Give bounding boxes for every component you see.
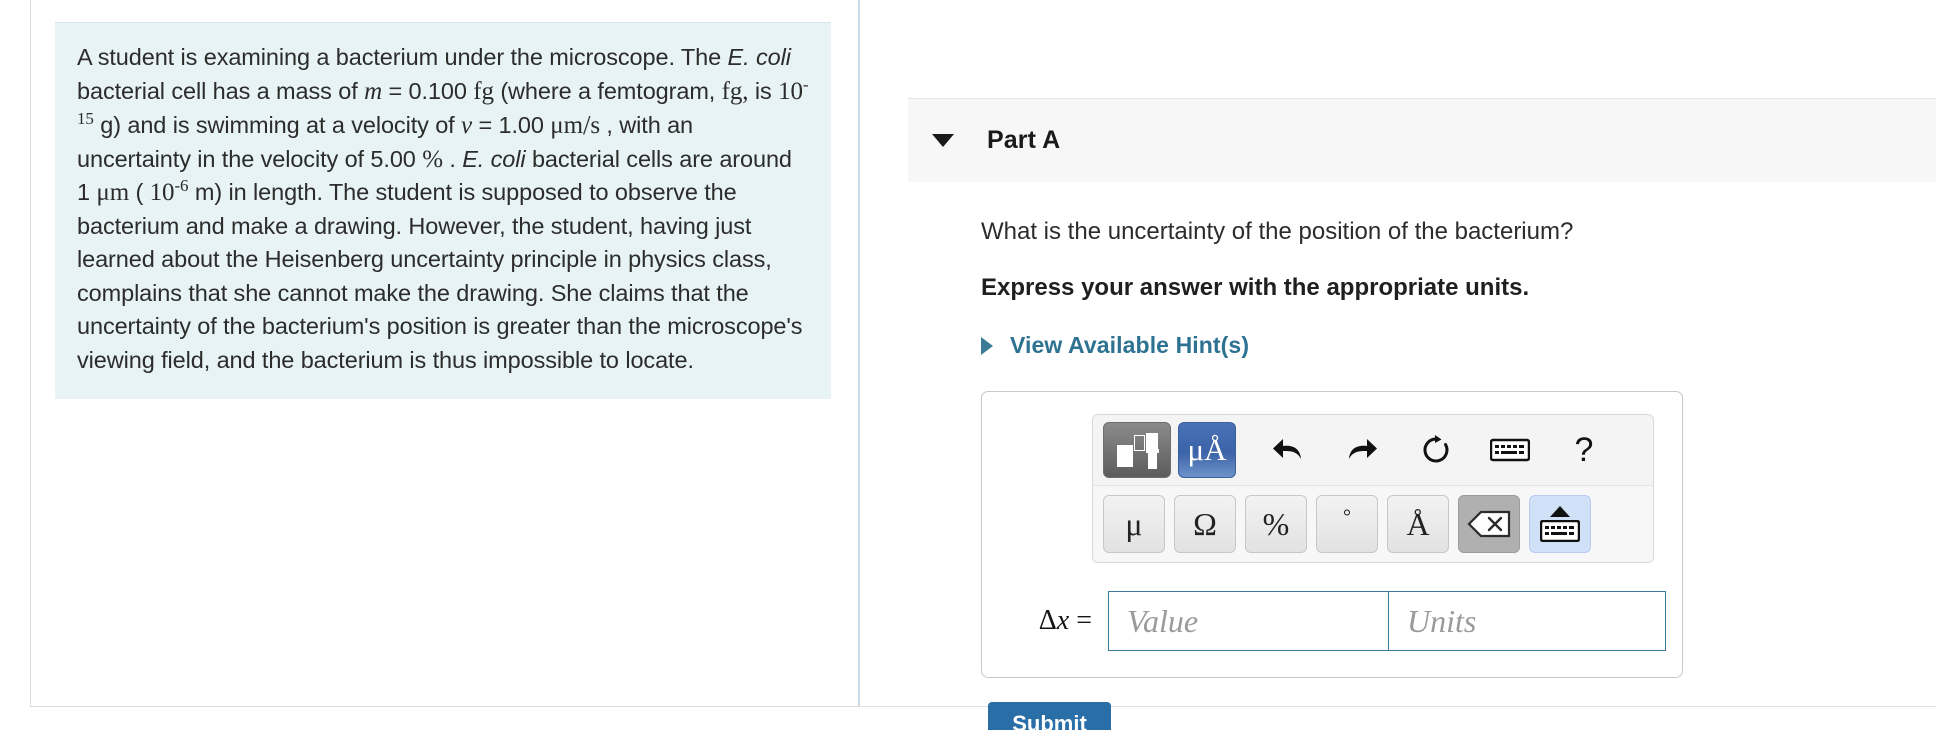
- problem-seg-13: = 1.00: [472, 112, 551, 138]
- question-text: What is the uncertainty of the position …: [981, 218, 1574, 245]
- reset-button[interactable]: [1406, 422, 1466, 478]
- problem-percent: %: [422, 145, 443, 173]
- problem-var-v: v: [461, 112, 473, 139]
- problem-seg-ecoli-1: E. coli: [727, 44, 791, 70]
- omega-button[interactable]: Ω: [1174, 495, 1236, 553]
- problem-seg-0: A student is examining a bacterium under…: [77, 44, 728, 70]
- percent-button[interactable]: %: [1245, 495, 1307, 553]
- keyboard-icon: [1490, 438, 1530, 462]
- caret-up-icon: [1550, 506, 1570, 517]
- problem-seg-6: (where a femtogram,: [493, 77, 722, 104]
- math-toolbar-row-symbols: μ Ω % ° Å: [1093, 486, 1653, 562]
- problem-var-m: m: [364, 77, 383, 105]
- view-hints-link[interactable]: View Available Hint(s): [981, 332, 1249, 359]
- problem-ten-1: 10: [778, 77, 803, 105]
- column-divider: [858, 0, 860, 706]
- part-a-header[interactable]: Part A: [908, 98, 1936, 182]
- undo-button[interactable]: [1258, 422, 1318, 478]
- problem-seg-26: m) in length. The student is supposed to…: [77, 179, 803, 373]
- part-a-body: What is the uncertainty of the position …: [908, 182, 1936, 678]
- problem-unit-s: s: [590, 112, 600, 139]
- problem-unit-fg-2: fg,: [721, 77, 749, 105]
- refresh-circular-arrow-icon: [1423, 435, 1449, 463]
- omega-label: Ω: [1193, 505, 1217, 542]
- backspace-icon: [1467, 510, 1511, 538]
- chevron-down-icon[interactable]: [932, 134, 954, 147]
- units-symbols-label: μÅ: [1187, 432, 1227, 467]
- problem-ten-2: 10: [149, 179, 175, 206]
- problem-seg-11: g) and is swimming at a velocity of: [93, 112, 462, 138]
- template-picker-button[interactable]: [1103, 422, 1171, 478]
- variable-x: x: [1056, 605, 1070, 636]
- answer-card: μÅ ? μ Ω % ° Å Δx = Value Units: [981, 391, 1683, 678]
- equals-sign: =: [1076, 605, 1092, 636]
- units-symbols-button[interactable]: μÅ: [1178, 422, 1236, 478]
- problem-seg-2: bacterial cell has a mass of: [77, 77, 365, 104]
- left-column-divider: [30, 0, 31, 706]
- degree-button[interactable]: °: [1316, 495, 1378, 553]
- help-question-mark-icon: ?: [1574, 430, 1594, 469]
- problem-unit-um: μm: [550, 112, 583, 139]
- redo-arrow-icon: [1349, 439, 1377, 459]
- instruction-text: Express your answer with the appropriate…: [981, 274, 1530, 301]
- left-bottom-divider: [30, 706, 860, 707]
- problem-seg-ecoli-2: E. coli: [462, 145, 526, 172]
- degree-label: °: [1343, 506, 1351, 528]
- answer-variable-label: Δx =: [992, 605, 1108, 637]
- problem-seg-19: .: [442, 145, 463, 172]
- answer-value-input[interactable]: [1108, 591, 1388, 651]
- delta-symbol: Δ: [1038, 605, 1057, 636]
- problem-slash: /: [582, 110, 591, 140]
- view-hints-label: View Available Hint(s): [1010, 332, 1250, 358]
- problem-statement-text: A student is examining a bacterium under…: [77, 41, 809, 377]
- percent-label: %: [1262, 505, 1290, 542]
- part-a-panel: Part A What is the uncertainty of the po…: [908, 98, 1936, 678]
- page-root: A student is examining a bacterium under…: [0, 0, 1936, 730]
- redo-button[interactable]: [1332, 422, 1392, 478]
- problem-seg-8: is: [748, 77, 779, 104]
- math-toolbar: μÅ ? μ Ω % ° Å: [1092, 414, 1654, 563]
- problem-unit-um-2: μm: [96, 179, 130, 206]
- keyboard-icon: [1540, 520, 1580, 542]
- angstrom-label: Å: [1406, 505, 1430, 542]
- chevron-right-icon: [981, 336, 993, 355]
- undo-arrow-icon: [1273, 439, 1301, 459]
- problem-exp-minus6: -6: [174, 176, 189, 196]
- keyboard-shortcuts-button[interactable]: [1480, 422, 1540, 478]
- problem-statement-box: A student is examining a bacterium under…: [55, 22, 831, 399]
- answer-input-row: Δx =: [982, 591, 1682, 651]
- math-toolbar-row-primary: μÅ ?: [1093, 415, 1653, 486]
- problem-unit-fg: fg: [473, 77, 494, 105]
- mu-label: μ: [1125, 505, 1143, 542]
- problem-seg-23: (: [129, 179, 150, 205]
- hide-keyboard-button[interactable]: [1529, 495, 1591, 553]
- submit-button[interactable]: Submit: [988, 702, 1111, 730]
- answer-units-input[interactable]: [1388, 591, 1666, 651]
- template-grid-icon: [1117, 433, 1159, 469]
- mu-button[interactable]: μ: [1103, 495, 1165, 553]
- problem-seg-4: = 0.100: [382, 77, 474, 104]
- backspace-button[interactable]: [1458, 495, 1520, 553]
- help-button[interactable]: ?: [1554, 422, 1614, 478]
- part-a-title: Part A: [987, 126, 1061, 154]
- angstrom-button[interactable]: Å: [1387, 495, 1449, 553]
